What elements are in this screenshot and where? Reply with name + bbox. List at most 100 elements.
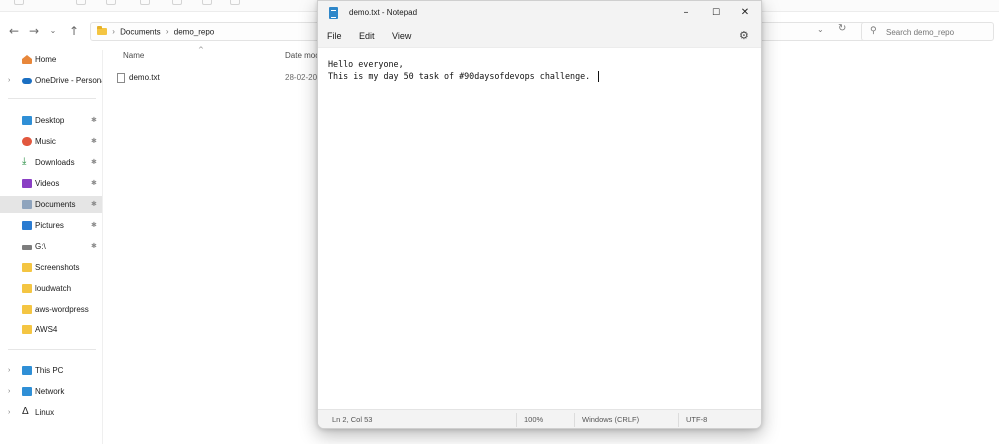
sidebar-item-label: Home bbox=[35, 55, 57, 64]
download-icon: ⤓ bbox=[22, 156, 27, 167]
chevron-right-icon[interactable]: › bbox=[8, 362, 10, 379]
pictures-icon bbox=[22, 221, 32, 230]
toolbar-icon[interactable] bbox=[230, 0, 240, 5]
chevron-right-icon[interactable]: › bbox=[8, 383, 10, 400]
sidebar-item-label: G:\ bbox=[35, 242, 46, 251]
minimize-button[interactable]: – bbox=[673, 4, 699, 22]
column-header-name[interactable]: Name bbox=[123, 51, 144, 60]
sidebar-item-this-pc[interactable]: › This PC bbox=[0, 362, 102, 379]
pin-icon[interactable]: ✱ bbox=[91, 238, 97, 255]
file-name: demo.txt bbox=[129, 73, 160, 82]
toolbar-icon[interactable] bbox=[202, 0, 212, 5]
editor-line-1: Hello everyone, bbox=[328, 59, 404, 69]
sidebar-item-label: This PC bbox=[35, 366, 64, 375]
drive-icon bbox=[22, 245, 32, 250]
recent-locations-chevron-icon[interactable]: ⌄ bbox=[44, 22, 62, 40]
chevron-right-icon: › bbox=[112, 27, 115, 37]
sidebar-item-label: Downloads bbox=[35, 158, 75, 167]
sidebar-item-music[interactable]: Music ✱ bbox=[0, 133, 102, 150]
chevron-right-icon[interactable]: › bbox=[8, 72, 10, 89]
divider bbox=[516, 413, 517, 427]
sidebar-item-home[interactable]: Home bbox=[0, 51, 102, 68]
refresh-icon[interactable]: ↻ bbox=[838, 23, 846, 34]
folder-icon bbox=[22, 325, 32, 334]
pin-icon[interactable]: ✱ bbox=[91, 154, 97, 171]
home-icon bbox=[22, 55, 32, 64]
divider bbox=[8, 349, 96, 350]
sidebar-item-label: aws-wordpress bbox=[35, 305, 89, 314]
maximize-button[interactable]: ☐ bbox=[703, 4, 729, 22]
menu-file[interactable]: File bbox=[327, 31, 342, 41]
sidebar-item-label: Documents bbox=[35, 200, 76, 209]
encoding: UTF-8 bbox=[686, 415, 708, 424]
search-icon: ⚲ bbox=[870, 26, 877, 36]
search-input[interactable] bbox=[886, 25, 990, 39]
sidebar-item-label: Screenshots bbox=[35, 263, 80, 272]
sidebar-item-documents[interactable]: Documents ✱ bbox=[0, 196, 102, 213]
sidebar-item-desktop[interactable]: Desktop ✱ bbox=[0, 112, 102, 129]
menu-view[interactable]: View bbox=[392, 31, 411, 41]
sidebar-item-label: AWS4 bbox=[35, 325, 58, 334]
sort-ascending-icon: ^ bbox=[198, 46, 204, 54]
notepad-title-bar[interactable]: demo.txt - Notepad – ☐ ✕ bbox=[318, 1, 761, 26]
sidebar-item-linux[interactable]: › Δ Linux bbox=[0, 404, 102, 421]
sidebar-item-label: Pictures bbox=[35, 221, 64, 230]
sidebar-item-loudwatch[interactable]: loudwatch bbox=[0, 280, 102, 297]
video-icon bbox=[22, 179, 32, 188]
pin-icon[interactable]: ✱ bbox=[91, 112, 97, 129]
column-header-date-modified[interactable]: Date moc bbox=[285, 51, 319, 60]
pin-icon[interactable]: ✱ bbox=[91, 175, 97, 192]
network-icon bbox=[22, 387, 32, 396]
music-icon bbox=[22, 137, 32, 146]
folder-icon bbox=[97, 26, 107, 36]
file-date-modified: 28-02-20 bbox=[285, 73, 318, 82]
sidebar-item-label: loudwatch bbox=[35, 284, 72, 293]
desktop-icon bbox=[22, 116, 32, 125]
pin-icon[interactable]: ✱ bbox=[91, 217, 97, 234]
editor-line-2: This is my day 50 task of #90daysofdevop… bbox=[328, 71, 591, 81]
sidebar-item-network[interactable]: › Network bbox=[0, 383, 102, 400]
sidebar-item-screenshots[interactable]: Screenshots bbox=[0, 259, 102, 276]
close-button[interactable]: ✕ bbox=[732, 4, 758, 22]
pin-icon[interactable]: ✱ bbox=[91, 133, 97, 150]
window-title: demo.txt - Notepad bbox=[349, 8, 418, 17]
forward-arrow-icon[interactable]: → bbox=[25, 22, 43, 40]
back-arrow-icon[interactable]: ← bbox=[5, 22, 23, 40]
sidebar-item-videos[interactable]: Videos ✱ bbox=[0, 175, 102, 192]
toolbar-icon[interactable] bbox=[76, 0, 86, 5]
text-editor[interactable]: Hello everyone, This is my day 50 task o… bbox=[318, 49, 761, 408]
folder-icon bbox=[22, 305, 32, 314]
sidebar-item-aws4[interactable]: AWS4 bbox=[0, 321, 102, 338]
toolbar-icon[interactable] bbox=[172, 0, 182, 5]
divider bbox=[678, 413, 679, 427]
chevron-right-icon[interactable]: › bbox=[8, 404, 10, 421]
sidebar-item-label: Linux bbox=[35, 408, 55, 417]
sidebar-item-label: OneDrive - Persona bbox=[35, 76, 102, 85]
sidebar-item-g-drive[interactable]: G:\ ✱ bbox=[0, 238, 102, 255]
folder-icon bbox=[22, 284, 32, 293]
sidebar-item-downloads[interactable]: ⤓ Downloads ✱ bbox=[0, 154, 102, 171]
sidebar-item-label: Videos bbox=[35, 179, 60, 188]
sidebar-item-aws-wordpress[interactable]: aws-wordpress bbox=[0, 301, 102, 318]
sidebar-item-label: Music bbox=[35, 137, 56, 146]
onedrive-icon bbox=[22, 78, 32, 84]
breadcrumb-demo-repo[interactable]: demo_repo bbox=[174, 27, 214, 36]
text-cursor bbox=[598, 71, 599, 82]
breadcrumb-documents[interactable]: Documents bbox=[120, 27, 160, 36]
sidebar-item-pictures[interactable]: Pictures ✱ bbox=[0, 217, 102, 234]
toolbar-icon[interactable] bbox=[14, 0, 24, 5]
sidebar-item-onedrive[interactable]: › OneDrive - Persona bbox=[0, 72, 102, 89]
settings-gear-icon[interactable]: ⚙ bbox=[739, 29, 749, 42]
address-dropdown-chevron-icon[interactable]: ⌄ bbox=[817, 25, 824, 34]
up-arrow-icon[interactable]: ↑ bbox=[65, 22, 83, 40]
menu-edit[interactable]: Edit bbox=[359, 31, 375, 41]
toolbar-icon[interactable] bbox=[106, 0, 116, 5]
toolbar-icon[interactable] bbox=[140, 0, 150, 5]
sidebar-item-label: Desktop bbox=[35, 116, 65, 125]
notepad-menu-bar: File Edit View ⚙ bbox=[318, 26, 761, 48]
linux-icon: Δ bbox=[22, 406, 29, 417]
pin-icon[interactable]: ✱ bbox=[91, 196, 97, 213]
zoom-level: 100% bbox=[524, 415, 544, 424]
this-pc-icon bbox=[22, 366, 32, 375]
search-box[interactable]: ⚲ bbox=[861, 22, 994, 41]
